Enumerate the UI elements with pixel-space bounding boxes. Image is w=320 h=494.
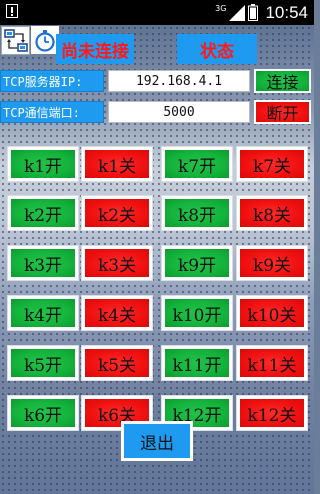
app-body: 尚未连接 状态 TCP服务器IP: 192.168.4.1 连接 TCP通信端口… <box>0 25 314 494</box>
k7-off-button[interactable]: k7关 <box>237 147 307 181</box>
k5-off-button[interactable]: k5关 <box>82 346 152 380</box>
k1-on-button[interactable]: k1开 <box>8 147 78 181</box>
disconnect-button[interactable]: 断开 <box>254 100 311 124</box>
k11-on-button[interactable]: k11开 <box>162 346 232 380</box>
k10-on-button[interactable]: k10开 <box>162 296 232 330</box>
state-label: 状态 <box>177 34 257 64</box>
k3-on-button[interactable]: k3开 <box>8 246 78 280</box>
k6-on-button[interactable]: k6开 <box>8 396 78 430</box>
ip-input[interactable]: 192.168.4.1 <box>108 70 250 92</box>
k1-off-button[interactable]: k1关 <box>82 147 152 181</box>
k2-on-button[interactable]: k2开 <box>8 196 78 230</box>
port-label: TCP通信端口: <box>0 101 104 123</box>
connection-status: 尚未连接 <box>56 34 134 64</box>
signal-icon <box>229 4 246 21</box>
k8-off-button[interactable]: k8关 <box>237 196 307 230</box>
k10-off-button[interactable]: k10关 <box>237 296 307 330</box>
network-switch-icon <box>3 28 28 52</box>
network-type: 3G <box>215 4 227 13</box>
timer-button[interactable] <box>31 26 59 54</box>
k2-off-button[interactable]: k2关 <box>82 196 152 230</box>
port-input[interactable]: 5000 <box>108 101 250 123</box>
k4-off-button[interactable]: k4关 <box>82 296 152 330</box>
network-switch-button[interactable] <box>1 26 30 55</box>
k9-on-button[interactable]: k9开 <box>162 246 232 280</box>
status-bar-right: 3G 10:54 <box>215 0 308 25</box>
k9-off-button[interactable]: k9关 <box>237 246 307 280</box>
stopwatch-icon <box>35 30 55 52</box>
k5-on-button[interactable]: k5开 <box>8 346 78 380</box>
connect-button[interactable]: 连接 <box>254 69 311 93</box>
k8-on-button[interactable]: k8开 <box>162 196 232 230</box>
clock: 10:54 <box>265 2 308 22</box>
k7-on-button[interactable]: k7开 <box>162 147 232 181</box>
k4-on-button[interactable]: k4开 <box>8 296 78 330</box>
k3-off-button[interactable]: k3关 <box>82 246 152 280</box>
exit-button[interactable]: 退出 <box>121 421 193 461</box>
warning-icon <box>6 4 18 18</box>
k12-off-button[interactable]: k12关 <box>237 396 307 430</box>
battery-icon <box>248 4 259 21</box>
k11-off-button[interactable]: k11关 <box>237 346 307 380</box>
status-bar: 3G 10:54 <box>0 0 314 25</box>
ip-label: TCP服务器IP: <box>0 70 104 92</box>
